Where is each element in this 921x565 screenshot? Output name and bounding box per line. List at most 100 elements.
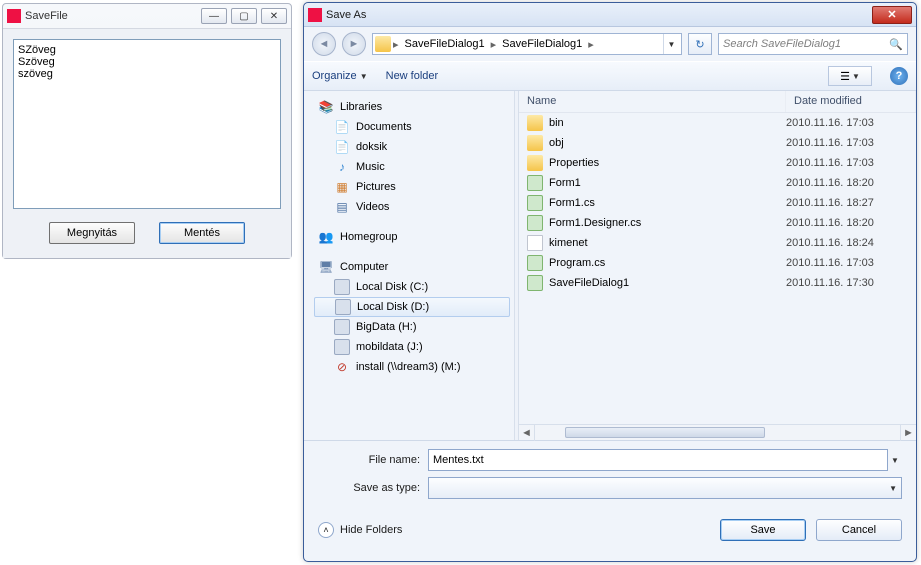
homegroup-icon: 👥: [318, 229, 334, 245]
folder-icon: [527, 135, 543, 151]
saveas-title: Save As: [326, 9, 872, 21]
cs-icon: [527, 195, 543, 211]
filename-dropdown[interactable]: ▼: [888, 456, 902, 465]
tree-videos[interactable]: ▤Videos: [314, 197, 510, 217]
file-date: 2010.11.16. 18:24: [786, 237, 908, 249]
chevron-right-icon[interactable]: ▸: [588, 38, 594, 51]
disk-icon: [334, 339, 350, 355]
chevron-right-icon[interactable]: ▸: [393, 38, 399, 51]
tree-disk-c[interactable]: Local Disk (C:): [314, 277, 510, 297]
network-drive-icon: ⊘: [334, 359, 350, 375]
tree-network-drive[interactable]: ⊘install (\\dream3) (M:): [314, 357, 510, 377]
file-row[interactable]: Properties 2010.11.16. 17:03: [519, 153, 916, 173]
file-date: 2010.11.16. 18:27: [786, 197, 908, 209]
chevron-up-icon: ˄: [318, 522, 334, 538]
save-button[interactable]: Mentés: [159, 222, 245, 244]
nav-back-button[interactable]: ◄: [312, 32, 336, 56]
tree-documents[interactable]: 📄Documents: [314, 117, 510, 137]
close-button[interactable]: ✕: [261, 8, 287, 24]
file-list: Name Date modified bin2010.11.16. 17:03o…: [519, 91, 916, 440]
file-name: Form1.cs: [549, 197, 595, 209]
file-date: 2010.11.16. 17:30: [786, 277, 908, 289]
file-name: SaveFileDialog1: [549, 277, 629, 289]
save-as-dialog: Save As ✕ ◄ ► ▸ SaveFileDialog1 ▸ SaveFi…: [303, 2, 917, 562]
disk-icon: [335, 299, 351, 315]
tree-libraries[interactable]: 📚Libraries: [314, 97, 510, 117]
file-date: 2010.11.16. 18:20: [786, 217, 908, 229]
cs-icon: [527, 275, 543, 291]
libraries-icon: 📚: [318, 99, 334, 115]
file-row[interactable]: Form1.Designer.cs2010.11.16. 18:20: [519, 213, 916, 233]
dialog-icon: [308, 8, 322, 22]
column-date-header[interactable]: Date modified: [786, 91, 916, 112]
minimize-button[interactable]: —: [201, 8, 227, 24]
organize-menu[interactable]: Organize ▼: [312, 70, 368, 82]
file-row[interactable]: SaveFileDialog1 2010.11.16. 17:30: [519, 273, 916, 293]
music-icon: ♪: [334, 159, 350, 175]
app-icon: [7, 9, 21, 23]
save-button[interactable]: Save: [720, 519, 806, 541]
new-folder-button[interactable]: New folder: [386, 70, 439, 82]
file-row[interactable]: Form1.cs 2010.11.16. 18:27: [519, 193, 916, 213]
tree-disk-j[interactable]: mobildata (J:): [314, 337, 510, 357]
cs-icon: [527, 175, 543, 191]
filename-input[interactable]: [428, 449, 888, 471]
videos-icon: ▤: [334, 199, 350, 215]
filetype-combo[interactable]: ▼: [428, 477, 902, 499]
saveas-titlebar[interactable]: Save As ✕: [304, 3, 916, 27]
tree-doksik[interactable]: 📄doksik: [314, 137, 510, 157]
tree-disk-h[interactable]: BigData (H:): [314, 317, 510, 337]
filename-label: File name:: [318, 454, 428, 466]
filetype-label: Save as type:: [318, 482, 428, 494]
file-name: bin: [549, 117, 564, 129]
scroll-thumb[interactable]: [565, 427, 765, 438]
horizontal-scrollbar[interactable]: ◄ ►: [519, 424, 916, 440]
file-row[interactable]: kimenet 2010.11.16. 18:24: [519, 233, 916, 253]
help-button[interactable]: ?: [890, 67, 908, 85]
hide-folders-toggle[interactable]: ˄ Hide Folders: [318, 522, 402, 538]
file-date: 2010.11.16. 17:03: [786, 257, 908, 269]
documents-icon: 📄: [334, 139, 350, 155]
tree-homegroup[interactable]: 👥Homegroup: [314, 227, 510, 247]
refresh-button[interactable]: ↻: [688, 33, 712, 55]
search-icon: 🔍: [889, 38, 903, 51]
breadcrumb-segment[interactable]: SaveFileDialog1: [401, 36, 489, 52]
file-date: 2010.11.16. 17:03: [786, 157, 908, 169]
address-bar[interactable]: ▸ SaveFileDialog1 ▸ SaveFileDialog1 ▸ ▼: [372, 33, 682, 55]
search-input[interactable]: Search SaveFileDialog1 🔍: [718, 33, 908, 55]
cancel-button[interactable]: Cancel: [816, 519, 902, 541]
file-date: 2010.11.16. 17:03: [786, 117, 908, 129]
open-button[interactable]: Megnyitás: [49, 222, 135, 244]
nav-tree: 📚Libraries 📄Documents 📄doksik ♪Music ▦Pi…: [304, 91, 514, 440]
tree-disk-d[interactable]: Local Disk (D:): [314, 297, 510, 317]
file-row[interactable]: bin 2010.11.16. 17:03: [519, 113, 916, 133]
view-options-button[interactable]: ☰ ▼: [828, 66, 872, 86]
column-name-header[interactable]: Name: [519, 91, 786, 112]
file-row[interactable]: obj2010.11.16. 17:03: [519, 133, 916, 153]
file-name: Properties: [549, 157, 599, 169]
tree-computer[interactable]: 🖥Computer: [314, 257, 510, 277]
file-row[interactable]: Program.cs2010.11.16. 17:03: [519, 253, 916, 273]
maximize-button[interactable]: ▢: [231, 8, 257, 24]
cs-icon: [527, 215, 543, 231]
scroll-left-arrow[interactable]: ◄: [519, 425, 535, 441]
tree-pictures[interactable]: ▦Pictures: [314, 177, 510, 197]
file-row[interactable]: Form12010.11.16. 18:20: [519, 173, 916, 193]
parent-title: SaveFile: [25, 10, 201, 22]
file-name: kimenet: [549, 237, 588, 249]
disk-icon: [334, 279, 350, 295]
cs-icon: [527, 255, 543, 271]
nav-forward-button[interactable]: ►: [342, 32, 366, 56]
file-date: 2010.11.16. 17:03: [786, 137, 908, 149]
pictures-icon: ▦: [334, 179, 350, 195]
scroll-right-arrow[interactable]: ►: [900, 425, 916, 441]
chevron-right-icon[interactable]: ▸: [491, 38, 497, 51]
text-editor[interactable]: SZöveg Szöveg szöveg: [13, 39, 281, 209]
parent-window: SaveFile — ▢ ✕ SZöveg Szöveg szöveg Megn…: [2, 3, 292, 259]
address-dropdown[interactable]: ▼: [663, 34, 679, 54]
breadcrumb-segment[interactable]: SaveFileDialog1: [498, 36, 586, 52]
documents-icon: 📄: [334, 119, 350, 135]
dialog-close-button[interactable]: ✕: [872, 6, 912, 24]
tree-music[interactable]: ♪Music: [314, 157, 510, 177]
parent-titlebar[interactable]: SaveFile — ▢ ✕: [3, 4, 291, 28]
